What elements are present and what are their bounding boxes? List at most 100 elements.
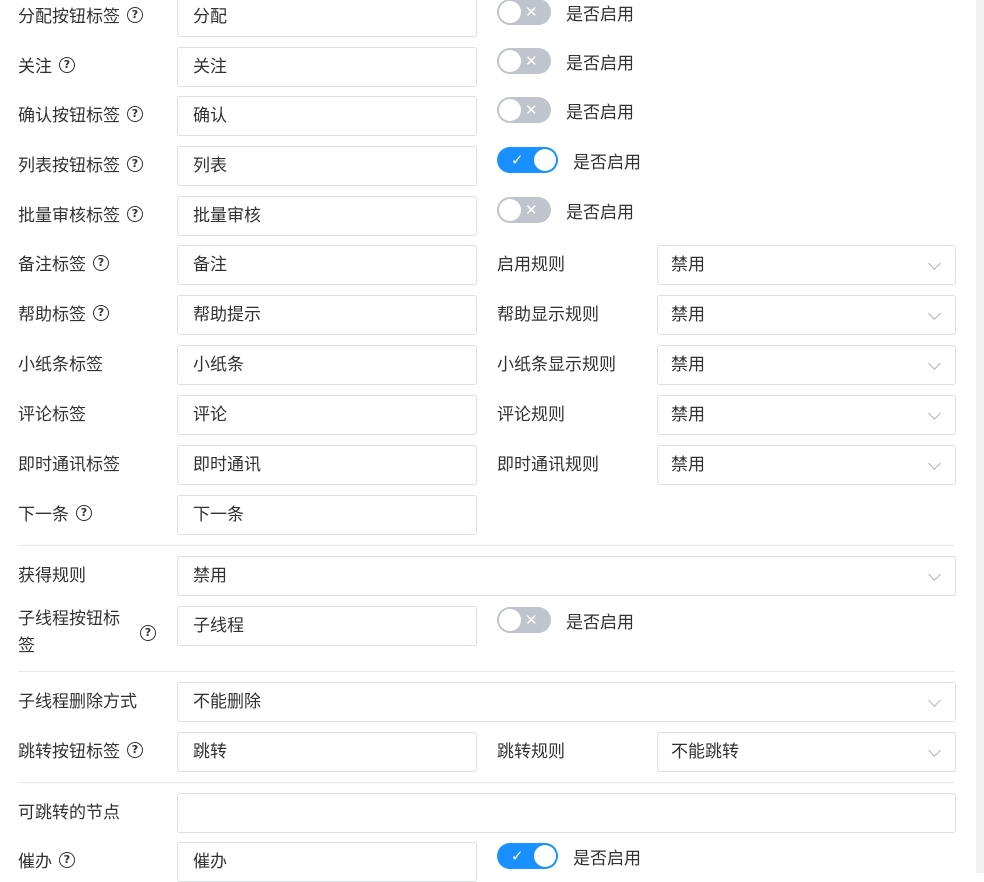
confirm-toggle[interactable]: ✕ — [497, 97, 551, 123]
im-input[interactable]: 即时通讯 — [177, 445, 477, 485]
obtain-rule-label: 获得规则 — [18, 566, 86, 586]
help-icon[interactable]: ? — [127, 106, 143, 122]
help-label: 帮助标签 — [18, 305, 86, 325]
im-rule-label: 即时通讯规则 — [497, 455, 599, 475]
chevron-down-icon — [928, 357, 941, 370]
enable-rule-select[interactable]: 禁用 — [657, 245, 956, 285]
batch-input[interactable]: 批量审核 — [177, 196, 477, 236]
help-icon[interactable]: ? — [127, 7, 143, 23]
chevron-down-icon — [928, 457, 941, 470]
x-mark-icon: ✕ — [525, 3, 538, 21]
chevron-down-icon — [928, 407, 941, 420]
remark-input-value: 备注 — [193, 255, 227, 275]
assign-input-value: 分配 — [193, 7, 227, 27]
jump-nodes-value — [178, 803, 193, 823]
remark-label-wrap: 备注标签? — [18, 245, 109, 285]
urge-input[interactable]: 催办 — [177, 842, 477, 882]
note-input[interactable]: 小纸条 — [177, 345, 477, 385]
help-label-wrap: 帮助标签? — [18, 295, 109, 335]
follow-toggle[interactable]: ✕ — [497, 48, 551, 74]
switch-label: 是否启用 — [573, 152, 641, 173]
urge-toggle[interactable]: ✓ — [497, 843, 558, 869]
urge-label-wrap: 催办? — [18, 842, 75, 882]
chevron-down-icon — [928, 568, 941, 581]
confirm-input-value: 确认 — [193, 106, 227, 126]
divider — [18, 671, 955, 672]
toggle-knob — [534, 845, 556, 867]
follow-switch-group: ✕ 是否启用 — [497, 41, 634, 81]
toggle-knob — [499, 199, 521, 221]
jump-rule-select[interactable]: 不能跳转 — [657, 732, 956, 772]
comment-input[interactable]: 评论 — [177, 395, 477, 435]
assign-toggle[interactable]: ✕ — [497, 0, 551, 25]
remark-label: 备注标签 — [18, 255, 86, 275]
select-value: 禁用 — [671, 305, 705, 325]
confirm-label: 确认按钮标签 — [18, 106, 120, 126]
jump-label-wrap: 跳转按钮标签? — [18, 732, 143, 772]
toggle-knob — [499, 1, 521, 23]
jump-rule-label: 跳转规则 — [497, 742, 565, 762]
help-icon[interactable]: ? — [127, 742, 143, 758]
help-icon[interactable]: ? — [93, 305, 109, 321]
help-icon[interactable]: ? — [127, 206, 143, 222]
x-mark-icon: ✕ — [525, 611, 538, 629]
next-label-wrap: 下一条? — [18, 495, 92, 535]
next-input[interactable]: 下一条 — [177, 495, 477, 535]
note-label: 小纸条标签 — [18, 355, 103, 375]
jump-input[interactable]: 跳转 — [177, 732, 477, 772]
follow-input[interactable]: 关注 — [177, 47, 477, 87]
im-input-value: 即时通讯 — [193, 455, 261, 475]
confirm-switch-group: ✕ 是否启用 — [497, 90, 634, 130]
assign-switch-group: ✕ 是否启用 — [497, 0, 634, 32]
jump-input-value: 跳转 — [193, 742, 227, 762]
batch-toggle[interactable]: ✕ — [497, 197, 551, 223]
comment-label: 评论标签 — [18, 405, 86, 425]
chevron-down-icon — [928, 257, 941, 270]
help-input-value: 帮助提示 — [193, 305, 261, 325]
chevron-down-icon — [928, 694, 941, 707]
help-icon[interactable]: ? — [59, 57, 75, 73]
help-input[interactable]: 帮助提示 — [177, 295, 477, 335]
switch-label: 是否启用 — [566, 53, 634, 74]
confirm-input[interactable]: 确认 — [177, 96, 477, 136]
comment-rule-select[interactable]: 禁用 — [657, 395, 956, 435]
subthread-toggle[interactable]: ✕ — [497, 607, 551, 633]
select-value: 不能跳转 — [671, 742, 739, 762]
list-switch-group: ✓ 是否启用 — [497, 140, 641, 180]
next-input-value: 下一条 — [193, 505, 244, 525]
subthread-delete-select[interactable]: 不能删除 — [177, 682, 956, 722]
urge-input-value: 催办 — [193, 852, 227, 872]
assign-input[interactable]: 分配 — [177, 0, 477, 37]
note-display-rule-select[interactable]: 禁用 — [657, 345, 956, 385]
follow-input-value: 关注 — [193, 57, 227, 77]
help-icon[interactable]: ? — [59, 852, 75, 868]
subthread-input[interactable]: 子线程 — [177, 606, 477, 646]
list-toggle[interactable]: ✓ — [497, 147, 558, 173]
help-icon[interactable]: ? — [140, 625, 156, 641]
chevron-down-icon — [928, 744, 941, 757]
im-rule-select[interactable]: 禁用 — [657, 445, 956, 485]
help-display-rule-select[interactable]: 禁用 — [657, 295, 956, 335]
toggle-knob — [534, 149, 556, 171]
chevron-down-icon — [928, 307, 941, 320]
select-value: 禁用 — [671, 255, 705, 275]
x-mark-icon: ✕ — [525, 52, 538, 70]
select-value: 禁用 — [671, 405, 705, 425]
help-icon[interactable]: ? — [76, 505, 92, 521]
jump-nodes-input[interactable] — [177, 793, 956, 833]
list-input-value: 列表 — [193, 156, 227, 176]
obtain-rule-select[interactable]: 禁用 — [177, 556, 956, 596]
list-label: 列表按钮标签 — [18, 156, 120, 176]
jump-nodes-label: 可跳转的节点 — [18, 803, 120, 823]
scrollbar[interactable] — [976, 0, 984, 873]
remark-input[interactable]: 备注 — [177, 245, 477, 285]
check-mark-icon: ✓ — [511, 151, 524, 169]
help-icon[interactable]: ? — [127, 156, 143, 172]
list-input[interactable]: 列表 — [177, 146, 477, 186]
toggle-knob — [499, 50, 521, 72]
help-icon[interactable]: ? — [93, 255, 109, 271]
switch-label: 是否启用 — [566, 202, 634, 223]
select-value: 禁用 — [193, 566, 227, 586]
confirm-label-wrap: 确认按钮标签? — [18, 96, 143, 136]
note-input-value: 小纸条 — [193, 355, 244, 375]
